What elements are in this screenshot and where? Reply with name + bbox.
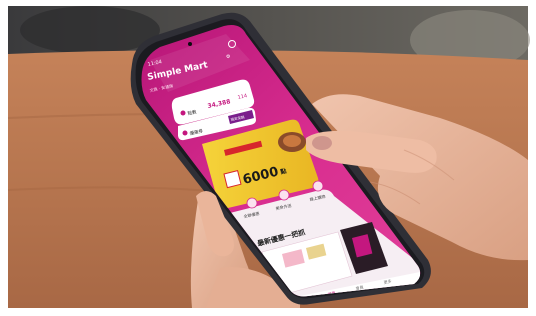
shortcut-3-icon[interactable] [312, 180, 324, 192]
banner-price-box [223, 170, 242, 189]
photo-scene: 11:04 Simple Mart 文鼎 · 安通旗 ⚙ 點數 34,388 1… [0, 0, 536, 316]
shortcut-1-icon[interactable] [246, 197, 258, 209]
banner-food-detail [283, 135, 301, 147]
camera-icon [188, 42, 192, 46]
coupon-icon [182, 130, 188, 136]
points-icon [180, 110, 186, 116]
shortcut-2-icon[interactable] [278, 189, 290, 201]
fingernail [312, 136, 332, 150]
photo: 11:04 Simple Mart 文鼎 · 安通旗 ⚙ 點數 34,388 1… [0, 0, 536, 316]
